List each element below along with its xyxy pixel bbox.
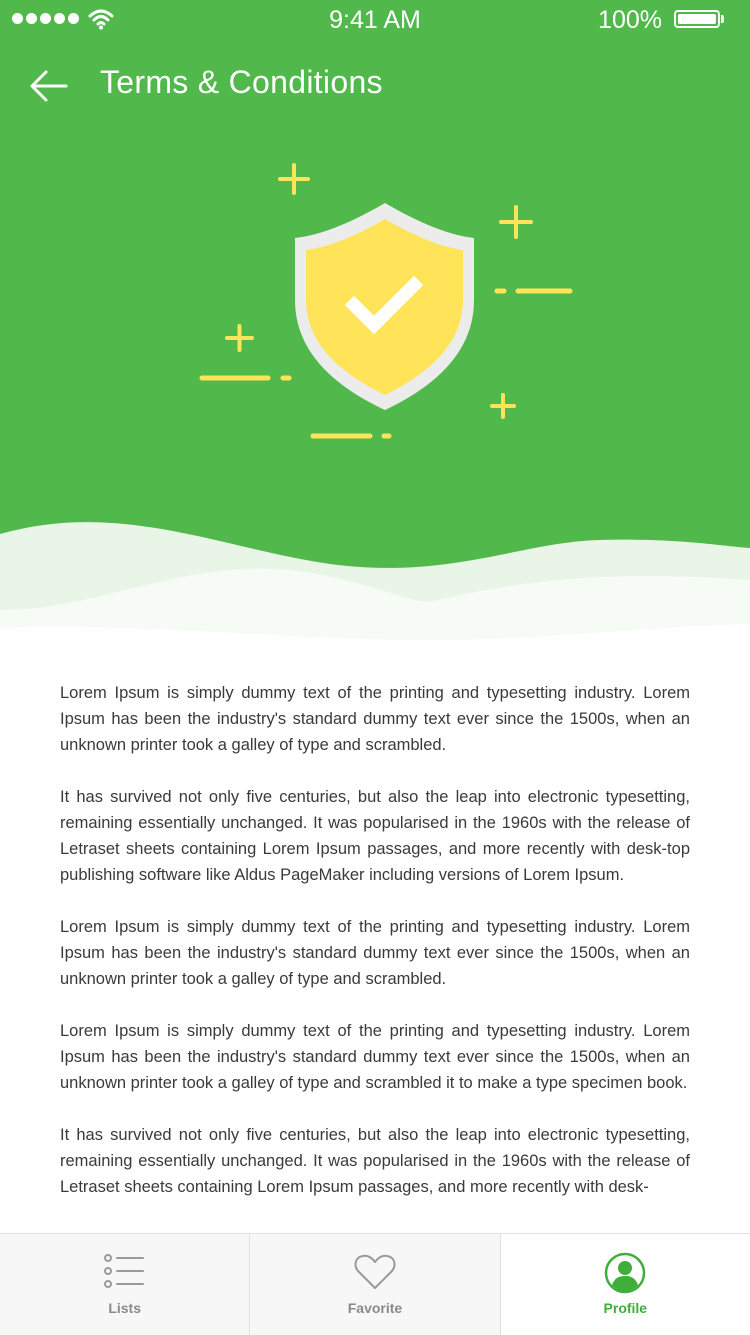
- shield-check-icon: [295, 203, 474, 410]
- heart-icon: [354, 1254, 396, 1289]
- header: 9:41 AM 100% Terms & Conditions: [0, 0, 750, 660]
- tab-label: Favorite: [347, 1300, 403, 1316]
- tab-bar: Lists Favorite Profile: [0, 1233, 750, 1335]
- terms-paragraph: It has survived not only five centuries,…: [60, 788, 690, 884]
- tab-lists[interactable]: Lists: [0, 1234, 249, 1335]
- tab-profile[interactable]: Profile: [499, 1234, 750, 1335]
- terms-paragraph: It has survived not only five centuries,…: [60, 1126, 690, 1196]
- terms-paragraph: Lorem Ipsum is simply dummy text of the …: [60, 684, 690, 754]
- tab-label: Lists: [108, 1300, 141, 1316]
- terms-content: Lorem Ipsum is simply dummy text of the …: [60, 680, 690, 1226]
- terms-paragraph: Lorem Ipsum is simply dummy text of the …: [60, 918, 690, 988]
- tab-label: Profile: [603, 1300, 648, 1316]
- user-circle-icon: [605, 1252, 646, 1294]
- wave-decoration: [0, 522, 750, 660]
- list-icon: [103, 1254, 144, 1288]
- terms-paragraph: Lorem Ipsum is simply dummy text of the …: [60, 1022, 690, 1092]
- tab-favorite[interactable]: Favorite: [249, 1234, 499, 1335]
- shield-illustration: [199, 163, 573, 439]
